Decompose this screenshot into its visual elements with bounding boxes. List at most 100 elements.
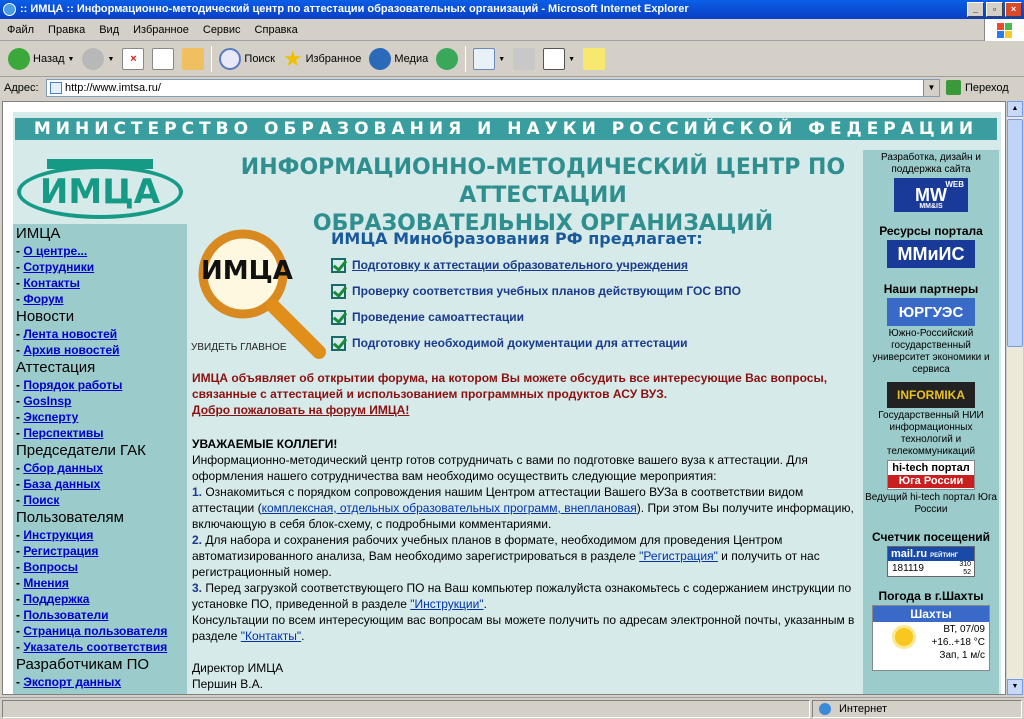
toolbar: Назад ▼ ▼ × Поиск ★ Избранное Медиа ▼ ▼ [0, 42, 1024, 77]
nav-item: - О центре... [16, 244, 88, 258]
favorites-button[interactable]: ★ Избранное [279, 44, 365, 74]
forum-announcement: ИМЦА объявляет об открытии форума, на ко… [192, 371, 828, 417]
nav-link[interactable]: Форум [23, 292, 63, 306]
menu-file[interactable]: Файл [0, 24, 41, 36]
nav-link[interactable]: О центре... [23, 244, 87, 258]
stop-icon: × [122, 48, 145, 70]
step-3: 3. Перед загрузкой соответствующего ПО н… [192, 581, 852, 611]
sun-icon [895, 628, 913, 646]
vertical-scrollbar[interactable]: ▲ ▼ [1006, 101, 1023, 695]
nav-link[interactable]: Сбор данных [23, 461, 103, 475]
hitech-logo[interactable]: hi-tech портал Юга России [887, 460, 975, 490]
nav-link[interactable]: Поиск [23, 493, 59, 507]
back-button[interactable]: Назад ▼ [4, 44, 78, 74]
developer-caption: Разработка, дизайн и поддержка сайта [881, 152, 981, 175]
nav-section-heading: ИМЦА [16, 225, 61, 242]
security-zone: Интернет [812, 700, 1022, 718]
registration-link[interactable]: "Регистрация" [639, 549, 718, 563]
nav-section-heading: Аттестация [16, 359, 96, 376]
scroll-thumb[interactable] [1007, 119, 1023, 347]
home-button[interactable] [178, 44, 208, 74]
nav-link[interactable]: Инструкция [23, 528, 93, 542]
nav-section-heading: Председатели ГАК [16, 442, 146, 459]
refresh-icon [152, 48, 175, 70]
nav-link[interactable]: Сотрудники [23, 260, 94, 274]
address-dropdown[interactable]: ▼ [923, 80, 939, 96]
offer-list: ИМЦА Минобразования РФ предлагает: Подго… [331, 229, 861, 356]
address-input[interactable]: http://www.imtsa.ru/ ▼ [46, 79, 940, 97]
maximize-button[interactable]: ▫ [986, 2, 1003, 17]
menu-view[interactable]: Вид [92, 24, 126, 36]
nav-link[interactable]: Эксперту [23, 410, 78, 424]
nav-link[interactable]: Контакты [23, 276, 80, 290]
nav-link[interactable]: Перспективы [23, 426, 103, 440]
signature-title: Директор ИМЦА [192, 661, 284, 675]
weather-widget[interactable]: Шахты ВТ, 07/09 +16..+18 °C Зап, 1 м/с [872, 605, 990, 671]
offer-title: ИМЦА Минобразования РФ предлагает: [331, 229, 703, 248]
forward-button[interactable]: ▼ [78, 44, 118, 74]
refresh-button[interactable] [148, 44, 178, 74]
nav-link[interactable]: Указатель соответствия [23, 640, 167, 654]
status-text [2, 700, 810, 718]
edit-button[interactable]: ▼ [539, 44, 579, 74]
nav-item: - Контакты [16, 276, 80, 290]
nav-item: - Поиск [16, 493, 60, 507]
nav-link[interactable]: Регистрация [23, 544, 98, 558]
menu-edit[interactable]: Правка [41, 24, 92, 36]
informika-logo[interactable]: INFORMIKA [887, 382, 975, 408]
nav-link[interactable]: Лента новостей [23, 327, 117, 341]
nav-link[interactable]: Страница пользователя [23, 624, 167, 638]
nav-section-heading: Новости [16, 308, 75, 325]
minimize-button[interactable]: _ [967, 2, 984, 17]
close-button[interactable]: × [1005, 2, 1022, 17]
nav-link[interactable]: Архив новостей [23, 343, 119, 357]
menu-favorites[interactable]: Избранное [126, 24, 196, 36]
mailru-counter[interactable]: mail.ru РЕЙТИНГ 181119 310 52 [887, 546, 975, 577]
intro-text: Информационно-методический центр готов с… [192, 453, 808, 483]
stop-button[interactable]: × [118, 44, 148, 74]
instructions-link[interactable]: "Инструкции" [410, 597, 483, 611]
nav-item: - Пользователи [16, 608, 109, 622]
nav-link[interactable]: Пользователи [23, 608, 108, 622]
scroll-up-button[interactable]: ▲ [1007, 101, 1023, 117]
nav-link[interactable]: Поддержка [23, 592, 89, 606]
nav-link[interactable]: GosInsp [23, 394, 71, 408]
go-arrow-icon [946, 80, 961, 95]
contacts-link[interactable]: "Контакты" [241, 629, 301, 643]
messenger-button[interactable] [579, 44, 609, 74]
menu-help[interactable]: Справка [248, 24, 305, 36]
mmis-logo[interactable]: ММиИС [887, 240, 975, 268]
media-button[interactable]: Медиа [365, 44, 432, 74]
nav-link[interactable]: База данных [23, 477, 100, 491]
address-bar: Адрес: http://www.imtsa.ru/ ▼ Переход [0, 77, 1024, 99]
word-icon [543, 48, 566, 70]
print-button[interactable] [509, 44, 539, 74]
search-button[interactable]: Поиск [215, 44, 278, 74]
magnifier-caption: УВИДЕТЬ ГЛАВНОЕ [191, 342, 287, 353]
mail-button[interactable]: ▼ [469, 44, 509, 74]
title-bar[interactable]: :: ИМЦА :: Информационно-методический це… [0, 0, 1024, 19]
nav-link[interactable]: Вопросы [23, 560, 78, 574]
nav-item: - Порядок работы [16, 378, 123, 392]
forum-link[interactable]: Добро пожаловать на форум ИМЦА! [192, 403, 409, 417]
counter-heading: Счетчик посещений [871, 530, 991, 544]
nav-link[interactable]: Мнения [23, 576, 69, 590]
nav-link[interactable]: Экспорт данных [23, 675, 121, 689]
imca-logo[interactable]: ИМЦА [17, 157, 183, 223]
nav-section-heading: Пользователям [16, 509, 124, 526]
offer-link[interactable]: Подготовку к аттестации образовательного… [352, 258, 688, 272]
go-button[interactable]: Переход [946, 80, 1009, 95]
offer-item: Проверку соответствия учебных планов дей… [331, 278, 861, 304]
nav-item: - Архив новостей [16, 343, 120, 357]
magnifier-icon [198, 229, 326, 359]
nav-link[interactable]: Порядок работы [23, 378, 122, 392]
scroll-down-button[interactable]: ▼ [1007, 679, 1023, 695]
checkbox-icon [331, 309, 346, 325]
urgues-logo[interactable]: ЮРГУЭС [887, 298, 975, 326]
attestation-types-link[interactable]: комплексная, отдельных образовательных п… [262, 501, 637, 515]
menu-tools[interactable]: Сервис [196, 24, 248, 36]
history-button[interactable] [432, 44, 462, 74]
mw-logo[interactable]: WEB MW MM&IS [894, 178, 968, 212]
window-title: :: ИМЦА :: Информационно-методический це… [20, 3, 689, 15]
nav-item: - GosInsp [16, 394, 72, 408]
